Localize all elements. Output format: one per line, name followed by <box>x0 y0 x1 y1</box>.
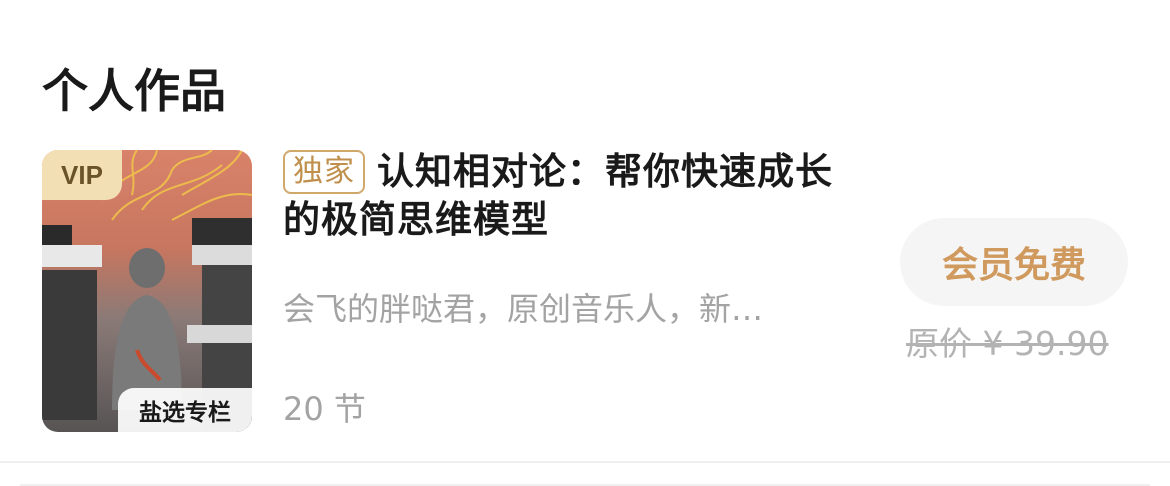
section-title: 个人作品 <box>42 64 226 118</box>
work-title[interactable]: 独家 认知相对论：帮你快速成长的极简思维模型 <box>283 148 853 244</box>
member-free-button[interactable]: 会员免费 <box>900 218 1128 306</box>
divider <box>0 461 1170 463</box>
original-price: 原价 ¥ 39.90 <box>906 324 1109 363</box>
lesson-count: 20 节 <box>283 390 366 428</box>
work-card[interactable]: VIP 盐选专栏 独家 认知相对论：帮你快速成长的极简思维模型 会飞的胖哒君，原创… <box>0 148 1170 438</box>
exclusive-tag: 独家 <box>283 150 365 194</box>
author-description: 会飞的胖哒君，原创音乐人，新… <box>283 290 764 328</box>
work-title-text: 认知相对论：帮你快速成长的极简思维模型 <box>283 150 833 241</box>
cover-image[interactable]: VIP 盐选专栏 <box>42 150 252 432</box>
column-badge: 盐选专栏 <box>118 388 252 432</box>
work-info: 独家 认知相对论：帮你快速成长的极简思维模型 会飞的胖哒君，原创音乐人，新… 20… <box>283 148 853 428</box>
vip-badge: VIP <box>42 150 122 200</box>
